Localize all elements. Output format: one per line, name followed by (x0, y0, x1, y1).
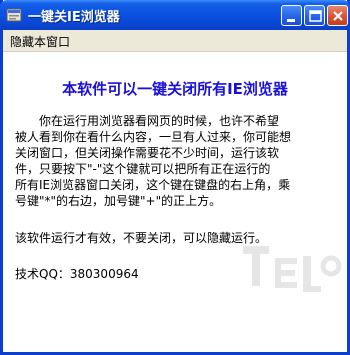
maximize-icon (309, 10, 322, 22)
paragraph-line: 所有IE浏览器窗口关闭，这个键在键盘的右上角，乘 (15, 178, 291, 192)
minimize-button[interactable] (281, 5, 302, 26)
title-bar[interactable]: 一键关IE浏览器 (0, 0, 350, 30)
support-qq: 技术QQ：380300964 (15, 267, 139, 281)
watermark-logo-icon (243, 246, 342, 292)
page-title: 本软件可以一键关闭所有IE浏览器 (62, 80, 288, 98)
paragraph-line: 号键"*"的右边，加号键"+"的正上方。 (15, 194, 222, 208)
paragraph-line: 件，只要按下"-"这个键就可以把所有正在运行的 (15, 162, 271, 176)
description-paragraph: 你在运行用浏览器看网页的时候，也许不希望 被人看到你在看什么内容，一旦有人过来，… (15, 113, 345, 209)
close-icon (333, 11, 343, 21)
minimize-icon (287, 19, 295, 22)
paragraph-line: 你在运行用浏览器看网页的时候，也许不希望 (39, 114, 280, 128)
usage-note: 该软件运行才有效，不要关闭，可以隐藏运行。 (15, 231, 268, 245)
window-title: 一键关IE浏览器 (28, 10, 120, 25)
menu-item-hide-window[interactable]: 隐藏本窗口 (10, 33, 70, 50)
close-button[interactable] (327, 5, 348, 26)
paragraph-line: 被人看到你在看什么内容，一旦有人过来，你可能想 (15, 130, 292, 144)
app-icon (6, 7, 22, 23)
app-window: 一键关IE浏览器 隐藏本窗口 本软件可以一键关闭所有IE浏览器 你在运行用浏览器… (0, 0, 350, 355)
paragraph-line: 关闭窗口，但关闭操作需要花不少时间，运行该软 (15, 146, 280, 160)
maximize-button[interactable] (304, 5, 325, 26)
menu-bar: 隐藏本窗口 (3, 30, 347, 52)
